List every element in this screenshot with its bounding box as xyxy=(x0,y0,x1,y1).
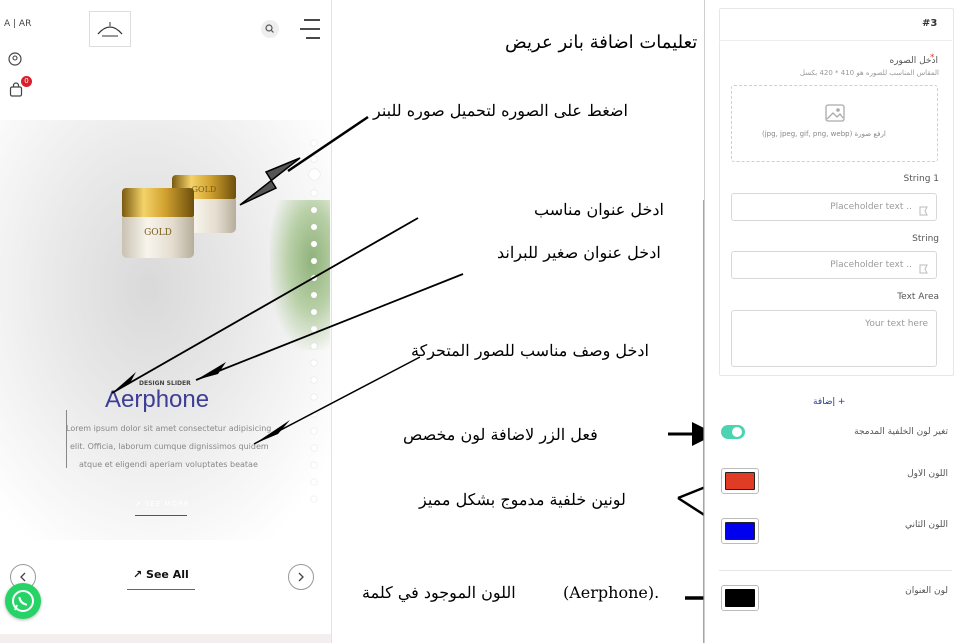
image-icon xyxy=(825,104,845,122)
title-hint: ادخل عنوان مناسب xyxy=(534,200,664,219)
string-input[interactable]: Placeholder text .. xyxy=(731,251,937,279)
gradient-toggle-label: تغير لون الخلفية المدمجة xyxy=(854,427,948,437)
description-hint: ادخل وصف مناسب للصور المتحركة xyxy=(411,341,649,360)
image-size-hint: المقاس المناسب للصوره هو 410 * 420 بكسل xyxy=(799,69,939,77)
text-area-input[interactable]: Your text here xyxy=(731,310,937,367)
color2-label: اللون الثاني xyxy=(904,520,948,530)
toggle-hint: فعل الزر لاضافة لون مخصص xyxy=(403,425,598,444)
upload-text: (jpg, jpeg, gif, png, webp) ارفع صورة xyxy=(762,130,886,138)
brand-hint: ادخل عنوان صغير للبراند xyxy=(497,243,661,262)
divider xyxy=(719,570,952,571)
color2-picker[interactable] xyxy=(721,518,759,544)
textarea-placeholder: Your text here xyxy=(865,319,928,329)
string1-label: String 1 xyxy=(903,174,939,184)
word-color-hint: اللون الموجود في كلمة xyxy=(362,583,516,602)
gradient-toggle-switch[interactable] xyxy=(721,425,745,439)
add-item-button[interactable]: + إضافة xyxy=(813,397,845,407)
string1-input[interactable]: Placeholder text .. xyxy=(731,193,937,221)
instructions-title: تعليمات اضافة بانر عريض xyxy=(505,32,698,53)
colors-hint: لونين خلفية مدموج بشكل مميز xyxy=(419,490,626,509)
color1-picker[interactable] xyxy=(721,468,759,494)
settings-form: #3 ادخل الصوره * المقاس المناسب للصوره ه… xyxy=(704,0,964,643)
section-number: #3 xyxy=(922,18,938,29)
string1-placeholder: Placeholder text .. xyxy=(830,202,912,212)
image-upload-area[interactable]: (jpg, jpeg, gif, png, webp) ارفع صورة xyxy=(731,85,938,162)
textarea-label: Text Area xyxy=(897,292,939,302)
title-color-label: لون العنوان xyxy=(905,586,948,596)
section-header-divider xyxy=(719,40,952,41)
input-type-icon xyxy=(919,259,928,274)
required-asterisk: * xyxy=(930,53,935,63)
color1-label: اللون الاول xyxy=(907,469,948,479)
word-color-word: (Aerphone). xyxy=(563,583,660,602)
string-placeholder: Placeholder text .. xyxy=(830,260,912,270)
title-color-picker[interactable] xyxy=(721,585,759,611)
upload-hint: اضغط على الصوره لتحميل صوره للبنر xyxy=(373,101,628,120)
string-label: String xyxy=(912,234,939,244)
input-type-icon xyxy=(919,201,928,216)
